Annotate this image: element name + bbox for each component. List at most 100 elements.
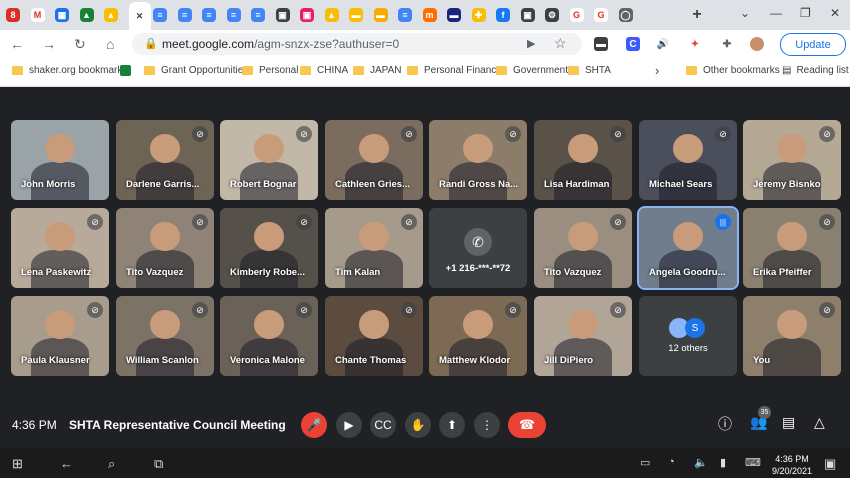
- browser-tab[interactable]: ⚙: [545, 8, 559, 22]
- browser-tab[interactable]: f: [496, 8, 510, 22]
- browser-tab[interactable]: m: [422, 8, 437, 22]
- browser-tab[interactable]: M: [30, 8, 45, 22]
- participant-tile[interactable]: Tim Kalan ⊘: [325, 208, 423, 288]
- keyboard-icon[interactable]: ⌨: [745, 456, 761, 469]
- camera-icon[interactable]: ▶: [527, 37, 535, 50]
- home-icon[interactable]: ⌂: [106, 36, 114, 52]
- bookmark-japan[interactable]: JAPAN: [353, 65, 402, 76]
- extensions-puzzle-icon[interactable]: ✚: [720, 37, 734, 51]
- bookmark-shaker[interactable]: shaker.org bookmarks: [12, 65, 127, 76]
- participant-tile[interactable]: Darlene Garris... ⊘: [116, 120, 214, 200]
- info-icon[interactable]: ⓘ: [718, 414, 732, 434]
- participant-tile[interactable]: Lisa Hardiman ⊘: [534, 120, 632, 200]
- chat-icon[interactable]: ▤: [782, 414, 795, 431]
- forward-icon[interactable]: →: [42, 36, 56, 52]
- participant-tile[interactable]: Lena Paskewitz ⊘: [11, 208, 109, 288]
- participant-tile[interactable]: S 12 others: [639, 296, 737, 376]
- browser-tab[interactable]: ▦: [55, 8, 69, 22]
- browser-tab[interactable]: ▬: [349, 8, 363, 22]
- browser-tab[interactable]: G: [594, 8, 608, 22]
- browser-tab[interactable]: ≡: [398, 8, 412, 22]
- bookmark-personal[interactable]: Personal: [242, 65, 298, 76]
- pen-icon[interactable]: ▮: [720, 456, 726, 469]
- profile-avatar[interactable]: [750, 37, 764, 51]
- participant-tile[interactable]: Cathleen Gries... ⊘: [325, 120, 423, 200]
- browser-tab[interactable]: ✚: [471, 8, 486, 22]
- bookmark-other[interactable]: Other bookmarks: [686, 65, 780, 76]
- browser-tab[interactable]: ▣: [300, 8, 314, 22]
- participant-tile[interactable]: Jeremy Bisnko ⊘: [743, 120, 841, 200]
- browser-tab[interactable]: ≡: [153, 8, 167, 22]
- back-icon[interactable]: ←: [10, 36, 24, 52]
- browser-tab[interactable]: ◯: [618, 8, 633, 22]
- bookmark-grant[interactable]: Grant Opportunities: [144, 65, 248, 76]
- bookmark-government[interactable]: Government: [496, 65, 568, 76]
- participant-tile[interactable]: Michael Sears ⊘: [639, 120, 737, 200]
- bookmark-shta[interactable]: SHTA: [568, 65, 611, 76]
- reading-list[interactable]: ▤ Reading list: [782, 65, 849, 76]
- participant-tile[interactable]: ✆ +1 216-***-**72: [429, 208, 527, 288]
- participant-tile[interactable]: You ⊘: [743, 296, 841, 376]
- participant-tile[interactable]: Robert Bognar ⊘: [220, 120, 318, 200]
- browser-tab[interactable]: ▲: [324, 8, 339, 22]
- browser-tab[interactable]: ▬: [447, 8, 461, 22]
- browser-tab[interactable]: ≡: [226, 8, 241, 22]
- mic-off-button[interactable]: 🎤: [301, 412, 327, 438]
- new-tab-button[interactable]: +: [686, 4, 708, 26]
- browser-tab[interactable]: ▲: [104, 8, 118, 22]
- browser-tab[interactable]: ▬: [373, 8, 388, 22]
- captions-button[interactable]: CC: [370, 412, 396, 438]
- participant-tile[interactable]: Tito Vazquez ⊘: [534, 208, 632, 288]
- update-button[interactable]: Update: [780, 33, 846, 56]
- browser-tab[interactable]: ▲: [79, 8, 94, 22]
- browser-tab[interactable]: ≡: [251, 8, 265, 22]
- battery-icon[interactable]: ▭: [640, 456, 650, 469]
- participant-tile[interactable]: William Scanlon ⊘: [116, 296, 214, 376]
- bookmark-app[interactable]: [120, 65, 131, 76]
- raise-hand-button[interactable]: ✋: [405, 412, 431, 438]
- participant-tile[interactable]: Erika Pfeiffer ⊘: [743, 208, 841, 288]
- browser-tab[interactable]: ▣: [275, 8, 290, 22]
- back-icon[interactable]: ←: [60, 456, 73, 471]
- extension-c-icon[interactable]: C: [626, 37, 640, 51]
- participant-tile[interactable]: Veronica Malone ⊘: [220, 296, 318, 376]
- more-options-button[interactable]: ⋮: [474, 412, 500, 438]
- participant-tile[interactable]: John Morris: [11, 120, 109, 200]
- participant-tile[interactable]: Chante Thomas ⊘: [325, 296, 423, 376]
- participant-tile[interactable]: Paula Klausner ⊘: [11, 296, 109, 376]
- address-bar[interactable]: 🔒 meet.google.com/agm-snzx-zse?authuser=…: [132, 33, 582, 55]
- task-view-icon[interactable]: ⧉: [154, 456, 163, 472]
- participant-tile[interactable]: Kimberly Robe... ⊘: [220, 208, 318, 288]
- participant-tile[interactable]: Jill DiPiero ⊘: [534, 296, 632, 376]
- audio-icon[interactable]: 🔊: [656, 37, 670, 51]
- hang-up-button[interactable]: ☎: [508, 412, 546, 438]
- search-icon[interactable]: ⌕: [108, 456, 115, 472]
- extension-red-icon[interactable]: ✦: [688, 37, 702, 51]
- participant-tile[interactable]: Angela Goodru... |||: [637, 206, 739, 290]
- tab-search-icon[interactable]: ⌄: [740, 6, 750, 20]
- notification-icon[interactable]: ▣: [824, 456, 836, 472]
- browser-tab[interactable]: G: [569, 8, 584, 22]
- extension-icon[interactable]: ▬: [594, 37, 608, 51]
- camera-button[interactable]: ▶: [336, 412, 362, 438]
- taskbar-clock[interactable]: 4:36 PM 9/20/2021: [772, 453, 812, 477]
- participant-tile[interactable]: Tito Vazquez ⊘: [116, 208, 214, 288]
- volume-icon[interactable]: 🔈: [694, 456, 708, 469]
- participant-tile[interactable]: Matthew Klodor ⊘: [429, 296, 527, 376]
- windows-start-icon[interactable]: ⊞: [12, 456, 23, 472]
- minimize-button[interactable]: —: [770, 6, 782, 20]
- close-window-button[interactable]: ✕: [830, 6, 840, 20]
- browser-tab[interactable]: ▣: [520, 8, 535, 22]
- participant-tile[interactable]: Randi Gross Na... ⊘: [429, 120, 527, 200]
- browser-tab[interactable]: ≡: [202, 8, 216, 22]
- chevron-right-icon[interactable]: ›: [655, 63, 659, 78]
- browser-tab[interactable]: 8: [6, 8, 20, 22]
- wifi-icon[interactable]: ◔: [668, 456, 675, 468]
- browser-tab[interactable]: ✕: [128, 2, 151, 30]
- bookmark-china[interactable]: CHINA: [300, 65, 348, 76]
- activities-icon[interactable]: △: [814, 414, 825, 431]
- browser-tab[interactable]: ≡: [177, 8, 192, 22]
- bookmark-finance[interactable]: Personal Finance: [407, 65, 502, 76]
- reload-icon[interactable]: ↻: [74, 36, 86, 53]
- bookmark-star-icon[interactable]: ☆: [554, 35, 567, 52]
